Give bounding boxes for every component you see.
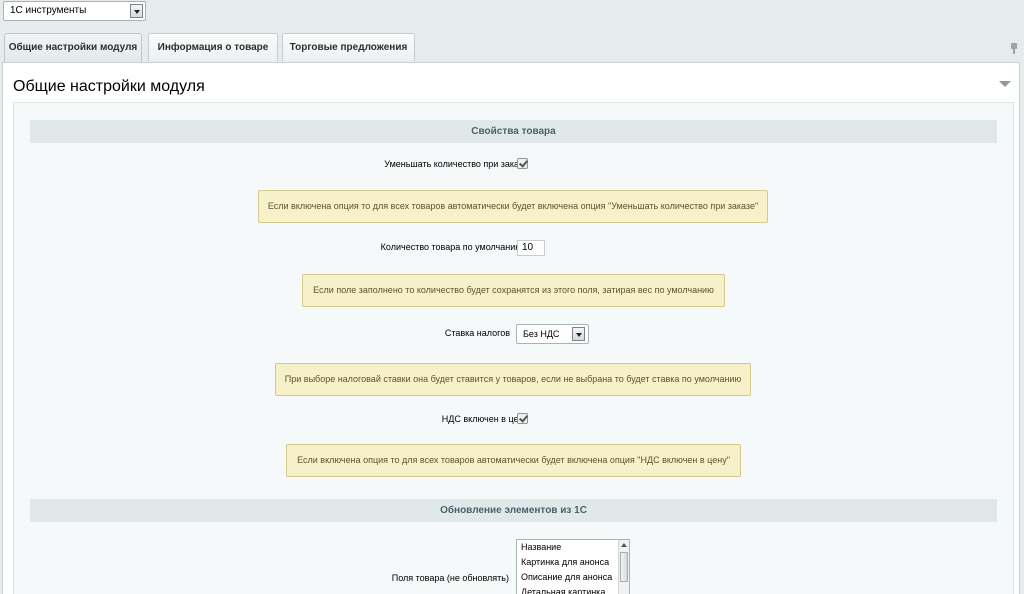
- vat-included-checkbox[interactable]: [517, 413, 528, 424]
- default-qty-input[interactable]: 10: [517, 240, 545, 256]
- decrease-qty-label: Уменьшать количество при заказе: [384, 159, 528, 169]
- list-item[interactable]: Название: [517, 540, 629, 555]
- chevron-down-icon[interactable]: [130, 4, 143, 18]
- section-header-update-1c: Обновление элементов из 1С: [30, 499, 997, 522]
- collapse-icon[interactable]: [999, 81, 1011, 87]
- settings-form: Свойства товара Уменьшать количество при…: [13, 102, 1014, 594]
- tab-general-settings[interactable]: Общие настройки модуля: [4, 33, 142, 63]
- list-item[interactable]: Описание для анонса: [517, 570, 629, 585]
- tab-trade-offers[interactable]: Торговые предложения: [282, 33, 415, 61]
- default-qty-label: Количество товара по умолчанию: [380, 242, 522, 252]
- no-update-fields-label: Поля товара (не обновлять): [391, 573, 509, 583]
- no-update-fields-list[interactable]: Название Картинка для анонса Описание дл…: [516, 539, 630, 594]
- module-selector[interactable]: 1С инструменты: [3, 1, 146, 21]
- tab-label: Торговые предложения: [289, 42, 408, 53]
- pin-icon[interactable]: [1011, 43, 1017, 54]
- decrease-qty-checkbox[interactable]: [517, 158, 528, 169]
- list-item[interactable]: Детальная картинка: [517, 585, 629, 594]
- scroll-thumb[interactable]: [620, 552, 628, 582]
- page-title: Общие настройки модуля: [13, 78, 205, 95]
- tax-rate-value: Без НДС: [523, 329, 560, 339]
- section-header-product-props: Свойства товара: [30, 120, 997, 143]
- default-qty-hint: Если поле заполнено то количество будет …: [302, 274, 725, 307]
- tax-rate-hint: При выборе налоговай ставки она будет ст…: [275, 363, 751, 396]
- list-item[interactable]: Картинка для анонса: [517, 555, 629, 570]
- tab-label: Информация о товаре: [157, 42, 269, 53]
- list-scrollbar[interactable]: [618, 540, 629, 594]
- scroll-up-icon[interactable]: [621, 543, 627, 547]
- settings-panel: Общие настройки модуля Свойства товара У…: [2, 62, 1020, 594]
- tab-label: Общие настройки модуля: [8, 42, 138, 53]
- vat-included-hint: Если включена опция то для всех товаров …: [286, 444, 741, 477]
- decrease-qty-hint: Если включена опция то для всех товаров …: [258, 190, 768, 223]
- tab-bar: Общие настройки модуля Информация о това…: [0, 33, 1024, 63]
- tax-rate-select[interactable]: Без НДС: [516, 324, 589, 344]
- tab-product-info[interactable]: Информация о товаре: [148, 33, 278, 61]
- vat-included-label: НДС включен в цену: [441, 414, 528, 424]
- chevron-down-icon[interactable]: [572, 327, 585, 341]
- tax-rate-label: Ставка налогов: [444, 328, 510, 338]
- module-selector-value: 1С инструменты: [10, 5, 87, 16]
